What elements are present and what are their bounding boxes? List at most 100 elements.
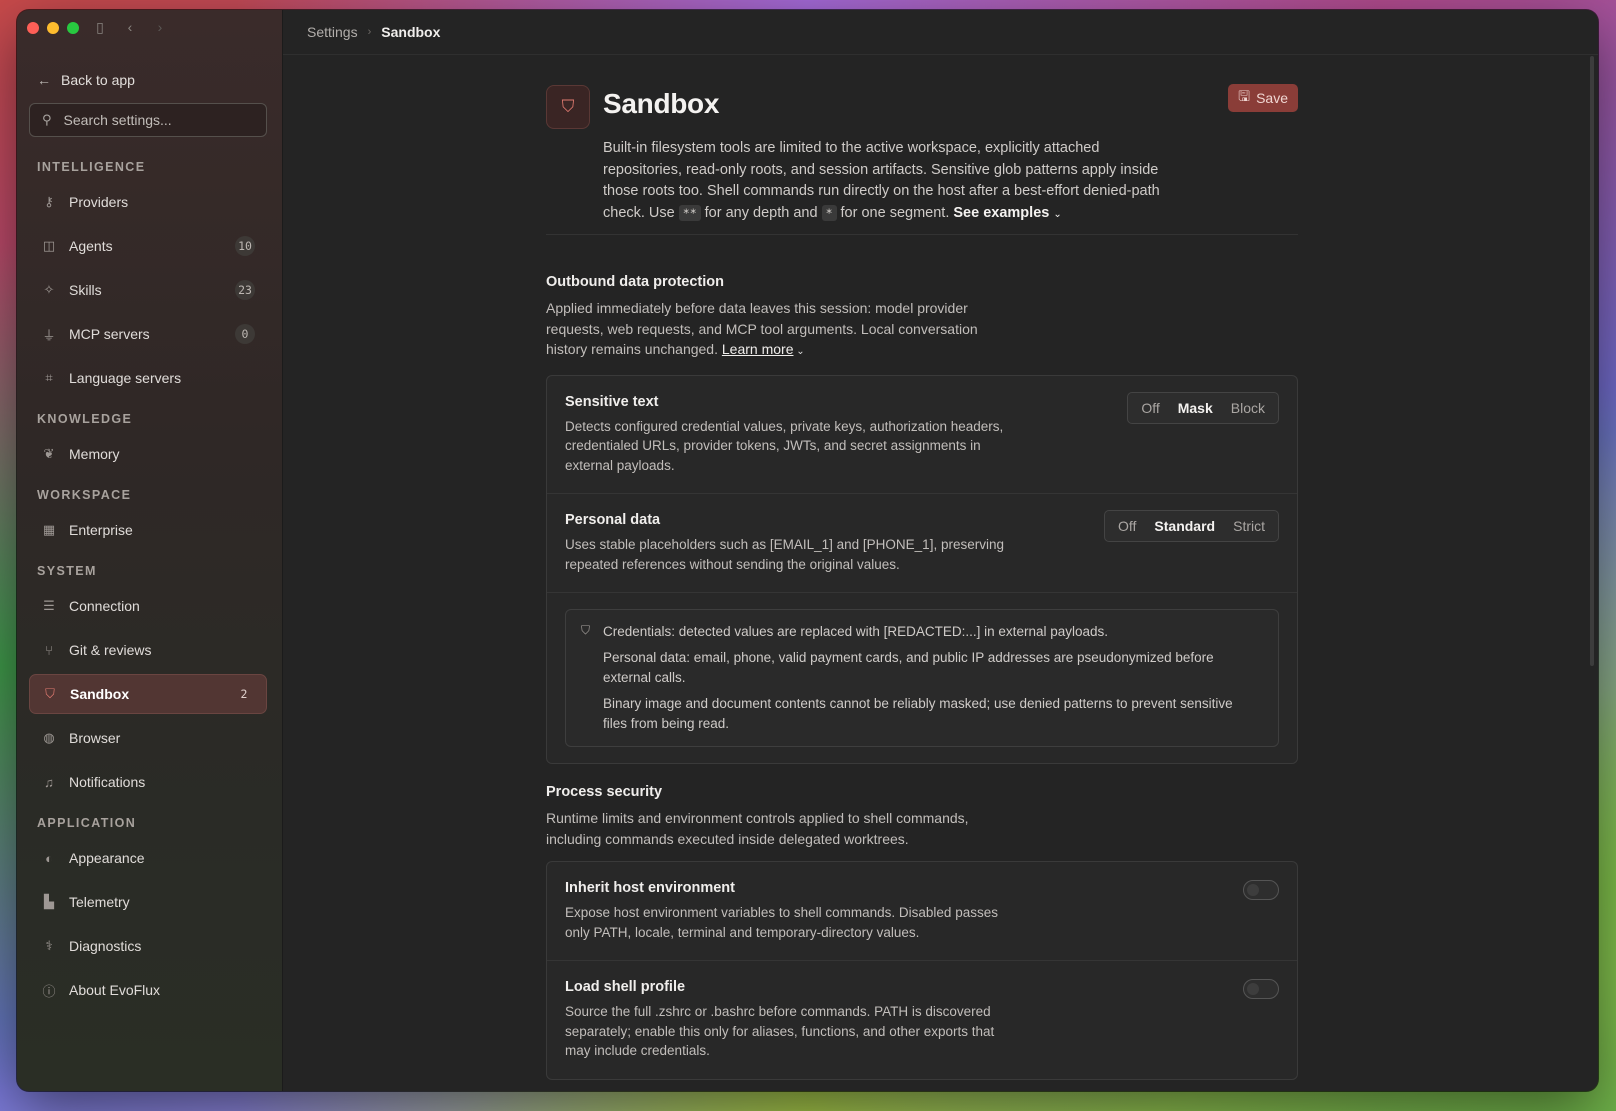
breadcrumb-settings[interactable]: Settings (307, 24, 358, 40)
sidebar-item-language-servers[interactable]: ⌗ Language servers (29, 358, 267, 398)
window-controls (27, 22, 79, 34)
window-toolbar: ▯ ‹ › (92, 19, 168, 36)
scrollbar[interactable] (1590, 56, 1594, 666)
section-heading: Process security (546, 784, 663, 800)
sidebar-item-label: Appearance (69, 850, 145, 866)
sidebar-item-git-reviews[interactable]: ⑂ Git & reviews (29, 630, 267, 670)
sidebar-item-label: Telemetry (69, 894, 130, 910)
sidebar-item-sandbox[interactable]: ⛉ Sandbox 2 (29, 674, 267, 714)
sidebar-item-skills[interactable]: ✧ Skills 23 (29, 270, 267, 310)
minimize-window-button[interactable] (47, 22, 59, 34)
description-text: for any depth and (704, 204, 818, 221)
sidebar-item-notifications[interactable]: ♫ Notifications (29, 762, 267, 802)
search-box[interactable]: ⚲ (29, 103, 267, 137)
row-title: Inherit host environment (565, 880, 735, 896)
back-to-app-link[interactable]: ← Back to app (37, 72, 135, 88)
sidebar-item-label: Memory (69, 446, 120, 462)
sidebar-item-label: Git & reviews (69, 642, 152, 658)
forward-arrow-icon[interactable]: › (152, 19, 168, 36)
shield-icon: ⛉ (581, 623, 591, 637)
sidebar-item-telemetry[interactable]: ▙ Telemetry (29, 882, 267, 922)
sidebar-toggle-icon[interactable]: ▯ (92, 19, 108, 36)
save-button[interactable]: 🖫 Save (1228, 84, 1298, 112)
load-shell-profile-row: Load shell profile Source the full .zshr… (547, 961, 1297, 1079)
sidebar-item-label: Agents (69, 238, 113, 254)
sidebar-item-browser[interactable]: ◍ Browser (29, 718, 267, 758)
option-off[interactable]: Off (1109, 513, 1145, 539)
info-note: ⛉ Credentials: detected values are repla… (565, 609, 1279, 747)
code-icon: ⌗ (45, 370, 53, 385)
section-title-workspace: WORKSPACE (37, 488, 132, 502)
learn-more-link[interactable]: Learn more (722, 341, 794, 357)
description-text: for one segment. (840, 204, 950, 221)
search-icon: ⚲ (42, 112, 52, 127)
sensitive-text-mode-selector: Off Mask Block (1127, 391, 1279, 424)
sidebar-item-memory[interactable]: ❦ Memory (29, 434, 267, 474)
sidebar-item-label: Sandbox (70, 686, 130, 702)
section-title-intelligence: INTELLIGENCE (37, 160, 146, 174)
main-panel: Settings › Sandbox ⛉ Sandbox 🖫 Save Buil… (283, 10, 1598, 1091)
sidebar-item-mcp-servers[interactable]: ⏚ MCP servers 0 (29, 314, 267, 354)
back-arrow-icon[interactable]: ‹ (122, 19, 138, 36)
sidebar-item-label: Skills (69, 282, 102, 298)
page-description: Built-in filesystem tools are limited to… (603, 138, 1173, 225)
section-title-application: APPLICATION (37, 816, 137, 830)
breadcrumb-current: Sandbox (381, 24, 441, 40)
info-note-wrapper: ⛉ Credentials: detected values are repla… (547, 593, 1297, 763)
row-description: Expose host environment variables to she… (565, 905, 998, 940)
chevron-down-icon: ⌄ (1053, 208, 1062, 220)
close-window-button[interactable] (27, 22, 39, 34)
arrow-left-icon: ← (37, 72, 51, 88)
option-strict[interactable]: Strict (1224, 513, 1274, 539)
section-title-knowledge: KNOWLEDGE (37, 412, 133, 426)
count-badge: 2 (240, 687, 248, 701)
floppy-disk-icon: 🖫 (1238, 88, 1251, 104)
stethoscope-icon: ⚕ (45, 938, 53, 953)
option-block[interactable]: Block (1222, 395, 1274, 421)
globe-icon: ◍ (43, 730, 55, 745)
sidebar-item-label: Language servers (69, 370, 182, 386)
server-icon: ☰ (43, 598, 55, 613)
sidebar-item-providers[interactable]: ⚷ Providers (29, 182, 267, 222)
inherit-host-environment-row: Inherit host environment Expose host env… (547, 862, 1297, 961)
back-to-app-label: Back to app (61, 72, 135, 88)
option-off[interactable]: Off (1132, 395, 1168, 421)
sidebar: ▯ ‹ › ← Back to app ⚲ INTELLIGENCE ⚷ Pro… (17, 10, 283, 1091)
note-line: Credentials: detected values are replace… (603, 624, 1108, 639)
count-badge: 0 (235, 324, 255, 344)
inherit-host-environment-toggle[interactable] (1243, 880, 1279, 900)
breadcrumb: Settings › Sandbox (283, 10, 1598, 55)
sidebar-item-appearance[interactable]: ◐ Appearance (29, 838, 267, 878)
sidebar-item-enterprise[interactable]: ▦ Enterprise (29, 510, 267, 550)
info-icon: ⓘ (42, 983, 56, 999)
sidebar-item-agents[interactable]: ◫ Agents 10 (29, 226, 267, 266)
brain-icon: ❦ (43, 446, 55, 461)
personal-data-mode-selector: Off Standard Strict (1104, 510, 1279, 542)
sidebar-item-label: MCP servers (69, 326, 150, 342)
sidebar-item-label: Connection (69, 598, 140, 614)
load-shell-profile-toggle[interactable] (1243, 979, 1279, 999)
option-mask[interactable]: Mask (1169, 395, 1222, 421)
shield-icon: ⛉ (546, 85, 590, 129)
row-description: Source the full .zshrc or .bashrc before… (565, 1004, 995, 1058)
zoom-window-button[interactable] (67, 22, 79, 34)
search-input[interactable] (61, 111, 246, 129)
see-examples-link[interactable]: See examples ⌄ (953, 205, 1061, 221)
process-security-section: Process security Runtime limits and envi… (546, 784, 1298, 1080)
note-line: Personal data: email, phone, valid payme… (603, 650, 1214, 685)
save-label: Save (1256, 90, 1288, 106)
building-icon: ▦ (42, 522, 56, 537)
key-icon: ⚷ (44, 194, 54, 209)
personal-data-row: Personal data Uses stable placeholders s… (547, 494, 1297, 593)
sensitive-text-row: Sensitive text Detects configured creden… (547, 376, 1297, 494)
option-standard[interactable]: Standard (1145, 513, 1224, 539)
settings-content: ⛉ Sandbox 🖫 Save Built-in filesystem too… (546, 54, 1298, 1080)
chevron-down-icon: ⌄ (793, 346, 805, 357)
sidebar-item-connection[interactable]: ☰ Connection (29, 586, 267, 626)
settings-window: ▯ ‹ › ← Back to app ⚲ INTELLIGENCE ⚷ Pro… (17, 10, 1598, 1091)
sidebar-item-diagnostics[interactable]: ⚕ Diagnostics (29, 926, 267, 966)
outbound-settings-card: Sensitive text Detects configured creden… (546, 374, 1298, 764)
learn-more-label: Learn more (721, 341, 794, 357)
outbound-data-protection-section: Outbound data protection Applied immedia… (546, 274, 1298, 764)
sidebar-item-about[interactable]: ⓘ About EvoFlux (29, 970, 267, 1010)
